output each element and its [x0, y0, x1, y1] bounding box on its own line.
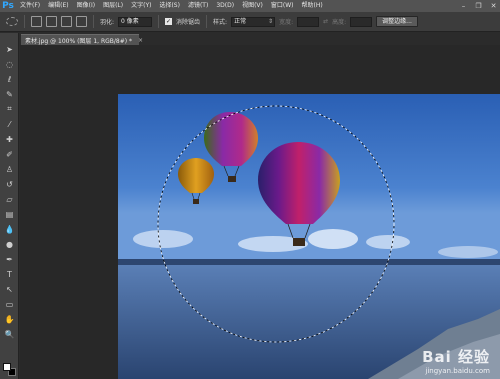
document-tab[interactable]: 素材.jpg @ 100% (图层 1, RGB/8#) * ×: [21, 34, 143, 45]
style-select[interactable]: 正常: [231, 16, 276, 27]
dodge-tool-icon[interactable]: ●: [2, 238, 17, 250]
pen-tool-icon[interactable]: ✒: [2, 253, 17, 265]
add-to-selection-icon[interactable]: [46, 16, 57, 27]
feather-input[interactable]: 0 像素: [118, 16, 153, 27]
brush-tool-icon[interactable]: ✐: [2, 148, 17, 160]
restore-button[interactable]: ❐: [474, 2, 483, 11]
lasso-tool-icon[interactable]: ℓ: [2, 73, 17, 85]
menu-layer[interactable]: 图层(L): [99, 0, 127, 12]
refine-edge-button[interactable]: 调整边缘...: [376, 16, 418, 27]
tools-panel: ➤ ◌ ℓ ✎ ⌗ ⁄ ✚ ✐ ♙ ↺ ▱ ▤ 💧 ● ✒ T ↖ ▭ ✋ 🔍: [0, 33, 19, 379]
menu-window[interactable]: 窗口(W): [267, 0, 298, 12]
marquee-tool-icon[interactable]: ◌: [2, 58, 17, 70]
antialias-label: 消除锯齿: [176, 19, 201, 26]
style-label: 样式:: [213, 19, 228, 26]
height-label: 高度:: [332, 19, 347, 26]
menu-image[interactable]: 图像(I): [73, 0, 99, 12]
move-tool-icon[interactable]: ➤: [2, 43, 17, 55]
eyedropper-tool-icon[interactable]: ⁄: [2, 118, 17, 130]
menu-file[interactable]: 文件(F): [16, 0, 44, 12]
zoom-tool-icon[interactable]: 🔍: [2, 328, 17, 340]
menu-bar: Ps 文件(F) 编辑(E) 图像(I) 图层(L) 文字(Y) 选择(S) 滤…: [0, 0, 500, 12]
new-selection-icon[interactable]: [31, 16, 42, 27]
photoshop-logo: Ps: [2, 1, 14, 11]
swap-dimensions-icon[interactable]: ⇄: [323, 18, 328, 25]
minimize-button[interactable]: –: [459, 2, 468, 11]
height-input[interactable]: [350, 16, 373, 27]
width-label: 宽度:: [279, 19, 294, 26]
subtract-from-selection-icon[interactable]: [61, 16, 72, 27]
width-input[interactable]: [297, 16, 320, 27]
shape-tool-icon[interactable]: ▭: [2, 298, 17, 310]
options-divider: [158, 15, 160, 28]
menu-view[interactable]: 视图(V): [238, 0, 267, 12]
gradient-tool-icon[interactable]: ▤: [2, 208, 17, 220]
close-document-icon[interactable]: ×: [138, 37, 143, 44]
options-divider: [206, 15, 208, 28]
document-canvas[interactable]: [118, 94, 500, 379]
antialias-checkbox[interactable]: ✓: [165, 18, 173, 25]
menu-edit[interactable]: 编辑(E): [44, 0, 72, 12]
watermark: Bai 经验 jingyan.baidu.com: [422, 346, 490, 375]
blur-tool-icon[interactable]: 💧: [2, 223, 17, 235]
options-divider: [24, 15, 25, 28]
style-select-value: 正常: [234, 17, 247, 25]
clone-stamp-tool-icon[interactable]: ♙: [2, 163, 17, 175]
eraser-tool-icon[interactable]: ▱: [2, 193, 17, 205]
quick-select-tool-icon[interactable]: ✎: [2, 88, 17, 100]
menu-filter[interactable]: 滤镜(T): [184, 0, 212, 12]
close-button[interactable]: ✕: [489, 2, 498, 11]
menu-3d[interactable]: 3D(D): [212, 0, 238, 12]
menu-type[interactable]: 文字(Y): [127, 0, 155, 12]
elliptical-marquee-preset-icon[interactable]: [6, 17, 18, 26]
feather-label: 羽化:: [100, 19, 115, 26]
baidu-jingyan-logo: Bai 经验: [422, 348, 490, 366]
history-brush-tool-icon[interactable]: ↺: [2, 178, 17, 190]
intersect-selection-icon[interactable]: [76, 16, 87, 27]
menu-help[interactable]: 帮助(H): [298, 0, 327, 12]
path-select-tool-icon[interactable]: ↖: [2, 283, 17, 295]
document-tab-title: 素材.jpg @ 100% (图层 1, RGB/8#) *: [25, 37, 132, 45]
watermark-url: jingyan.baidu.com: [425, 367, 490, 375]
healing-brush-tool-icon[interactable]: ✚: [2, 133, 17, 145]
hand-tool-icon[interactable]: ✋: [2, 313, 17, 325]
canvas-photo: [118, 94, 500, 379]
options-bar: 羽化: 0 像素 ✓ 消除锯齿 样式: 正常 宽度: ⇄ 高度: 调整边缘...: [0, 12, 500, 32]
menu-select[interactable]: 选择(S): [155, 0, 184, 12]
options-divider: [93, 15, 94, 28]
crop-tool-icon[interactable]: ⌗: [2, 103, 17, 115]
foreground-color-swatch[interactable]: [3, 363, 11, 371]
type-tool-icon[interactable]: T: [2, 268, 17, 280]
window-controls: – ❐ ✕: [459, 0, 498, 12]
